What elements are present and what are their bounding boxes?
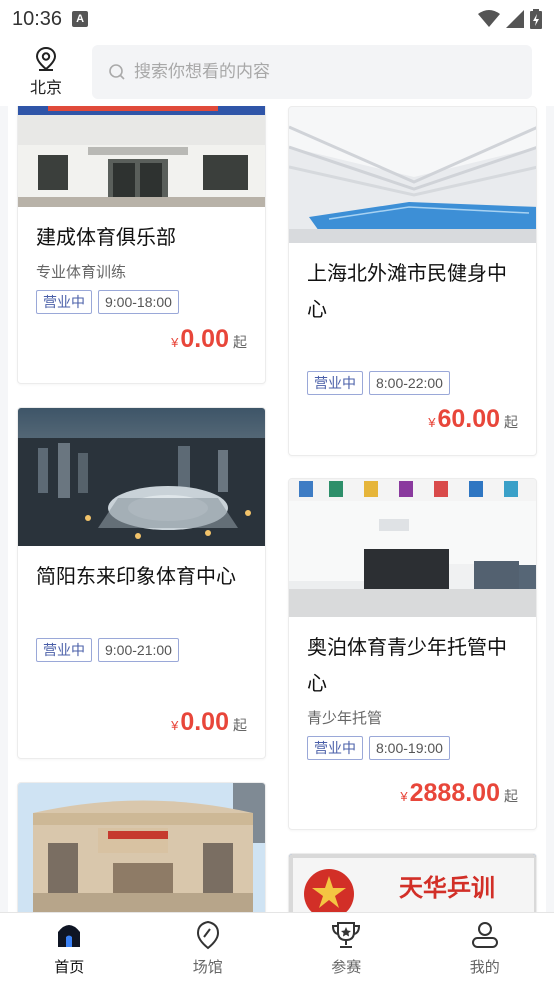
- nav-label: 首页: [54, 958, 85, 976]
- price-suffix: 起: [504, 415, 518, 431]
- venue-image: [289, 107, 536, 243]
- bottom-nav: 首页 场馆 参赛 我的: [0, 912, 554, 984]
- signal-icon: [506, 10, 524, 28]
- venue-title: 奥泊体育青少年托管中心: [307, 635, 507, 695]
- trophy-icon: [332, 922, 361, 948]
- card-body: 上海北外滩市民健身中心 营业中 8:00-22:00: [289, 255, 536, 395]
- nav-label: 场馆: [192, 958, 223, 976]
- venue-tags: 营业中 9:00-21:00: [36, 638, 247, 662]
- battery-icon: [530, 9, 542, 29]
- venue-card[interactable]: [17, 782, 266, 912]
- venue-tags: 营业中 8:00-19:00: [307, 736, 518, 760]
- user-icon: [471, 922, 498, 948]
- price-suffix: 起: [233, 335, 247, 351]
- nav-label: 参赛: [331, 958, 362, 976]
- venue-feed[interactable]: 建成体育俱乐部 专业体育训练 营业中 9:00-18:00 ¥ 0.00 起 上…: [0, 106, 554, 912]
- venue-price: 2888.00: [409, 779, 500, 807]
- status-badge: 营业中: [36, 290, 92, 314]
- hours-badge: 8:00-22:00: [369, 371, 450, 395]
- status-badge: 营业中: [307, 371, 363, 395]
- search-icon: [109, 64, 125, 80]
- header: 北京: [0, 38, 554, 106]
- price-row: ¥ 2888.00 起: [400, 779, 518, 808]
- price-row: ¥ 60.00 起: [428, 405, 518, 434]
- venue-card[interactable]: 天华乒训: [288, 853, 537, 912]
- status-icons: [478, 9, 542, 29]
- venue-card[interactable]: 上海北外滩市民健身中心 营业中 8:00-22:00 ¥ 60.00 起: [288, 106, 537, 456]
- venue-image: [289, 479, 536, 617]
- currency-symbol: ¥: [428, 415, 436, 430]
- venue-card[interactable]: 建成体育俱乐部 专业体育训练 营业中 9:00-18:00 ¥ 0.00 起: [17, 106, 266, 384]
- notification-icon: A: [72, 11, 89, 27]
- venue-tags: 营业中 9:00-18:00: [36, 290, 247, 314]
- price-row: ¥ 0.00 起: [171, 325, 247, 354]
- venue-subtitle: 青少年托管: [307, 709, 383, 727]
- feed-content: 建成体育俱乐部 专业体育训练 营业中 9:00-18:00 ¥ 0.00 起 上…: [8, 106, 546, 912]
- wifi-icon: [478, 10, 500, 27]
- card-body: 建成体育俱乐部 专业体育训练 营业中 9:00-18:00: [18, 219, 265, 314]
- venue-title: 简阳东来印象体育中心: [36, 564, 236, 588]
- nav-item-mine[interactable]: 我的: [416, 913, 554, 984]
- home-icon: [58, 925, 81, 947]
- price-suffix: 起: [233, 718, 247, 734]
- nav-item-venues[interactable]: 场馆: [139, 913, 278, 984]
- venue-tags: 营业中 8:00-22:00: [307, 371, 518, 395]
- currency-symbol: ¥: [171, 335, 179, 350]
- venue-title: 上海北外滩市民健身中心: [307, 261, 507, 321]
- venue-title: 建成体育俱乐部: [36, 225, 176, 249]
- venue-image-sign: 天华乒训: [399, 874, 495, 902]
- venue-card[interactable]: 奥泊体育青少年托管中心 青少年托管 营业中 8:00-19:00 ¥ 2888.…: [288, 478, 537, 830]
- hours-badge: 9:00-18:00: [98, 290, 179, 314]
- search-input[interactable]: [134, 62, 514, 82]
- card-body: 简阳东来印象体育中心 营业中 9:00-21:00: [18, 558, 265, 662]
- venue-price: 60.00: [437, 405, 500, 433]
- hours-badge: 8:00-19:00: [369, 736, 450, 760]
- venue-card[interactable]: 简阳东来印象体育中心 营业中 9:00-21:00 ¥ 0.00 起: [17, 407, 266, 759]
- location-pin-icon: [35, 46, 57, 71]
- venue-image: [18, 783, 265, 912]
- location-icon: [196, 920, 219, 950]
- price-row: ¥ 0.00 起: [171, 708, 247, 737]
- search-bar[interactable]: [92, 45, 532, 99]
- venue-image: 天华乒训: [289, 854, 536, 912]
- city-name: 北京: [29, 78, 62, 97]
- nav-label: 我的: [469, 958, 500, 976]
- venue-price: 0.00: [180, 708, 229, 736]
- currency-symbol: ¥: [400, 789, 408, 804]
- hours-badge: 9:00-21:00: [98, 638, 179, 662]
- nav-item-competition[interactable]: 参赛: [277, 913, 416, 984]
- nav-item-home[interactable]: 首页: [0, 913, 139, 984]
- status-badge: 营业中: [36, 638, 92, 662]
- status-time: 10:36: [12, 7, 63, 30]
- venue-price: 0.00: [180, 325, 229, 353]
- status-badge: 营业中: [307, 736, 363, 760]
- price-suffix: 起: [504, 789, 518, 805]
- status-bar: 10:36 A: [0, 0, 554, 38]
- city-selector[interactable]: 北京: [0, 46, 92, 98]
- venue-image: [18, 408, 265, 546]
- venue-subtitle: 专业体育训练: [36, 263, 127, 281]
- currency-symbol: ¥: [171, 718, 179, 733]
- card-body: 奥泊体育青少年托管中心 青少年托管 营业中 8:00-19:00: [289, 629, 536, 760]
- venue-image: [18, 106, 265, 207]
